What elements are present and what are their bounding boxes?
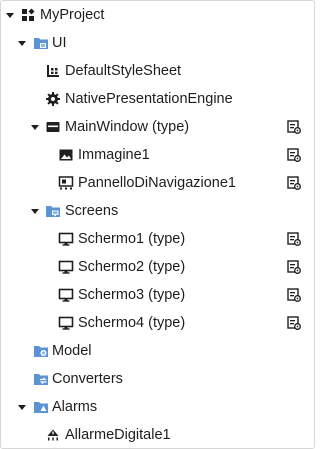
tree-item-allarme-digitale1[interactable]: AllarmeDigitale1 [0,421,315,449]
chevron-down-icon[interactable] [4,9,16,21]
folder-model-icon [34,346,48,357]
tree-item-screens[interactable]: Screens [0,197,315,225]
project-grid-icon [22,8,35,21]
type-edit-icon[interactable] [287,148,301,162]
tree-item-label: Converters [52,371,123,387]
tree-item-label: Alarms [52,399,98,415]
tree-item-pannello-di-navigazione1[interactable]: PannelloDiNavigazione1 [0,169,315,197]
folder-screens-icon [46,206,60,217]
tree-item-converters[interactable]: Converters [0,365,315,393]
tree-item-label: Model [52,343,92,359]
tree-item-label: Screens [65,203,119,219]
chevron-down-icon[interactable] [16,37,28,49]
folder-converters-icon [34,374,48,385]
image-icon [59,149,73,161]
folder-ui-icon [34,38,48,49]
tree-item-label: MyProject [40,7,105,23]
tree-item-main-window[interactable]: MainWindow (type) [0,113,315,141]
monitor-icon [58,288,74,302]
tree-item-label: NativePresentationEngine [65,91,233,107]
type-edit-icon[interactable] [287,260,301,274]
tree-item-label: UI [52,35,67,51]
type-edit-icon[interactable] [287,288,301,302]
tree-item-label: Schermo3 (type) [78,287,186,303]
tree-item-label: AllarmeDigitale1 [65,427,171,443]
tree-item-label: Schermo4 (type) [78,315,186,331]
tree-item-default-style-sheet[interactable]: DefaultStyleSheet [0,57,315,85]
folder-alarms-icon [34,402,48,413]
tree-item-label: Schermo1 (type) [78,231,186,247]
tree-item-immagine1[interactable]: Immagine1 [0,141,315,169]
tree-item-schermo4[interactable]: Schermo4 (type) [0,309,315,337]
alarm-icon [47,429,59,441]
window-icon [46,122,60,132]
tree-item-alarms[interactable]: Alarms [0,393,315,421]
tree-item-ui[interactable]: UI [0,29,315,57]
tree-item-model[interactable]: Model [0,337,315,365]
style-sheet-icon [47,65,59,77]
tree-item-schermo1[interactable]: Schermo1 (type) [0,225,315,253]
tree-item-schermo2[interactable]: Schermo2 (type) [0,253,315,281]
type-edit-icon[interactable] [287,120,301,134]
tree-item-label: PannelloDiNavigazione1 [78,175,236,191]
tree-item-myproject[interactable]: MyProject [0,1,315,29]
tree-item-label: DefaultStyleSheet [65,63,182,79]
type-edit-icon[interactable] [287,316,301,330]
tree-item-schermo3[interactable]: Schermo3 (type) [0,281,315,309]
tree-item-native-presentation-engine[interactable]: NativePresentationEngine [0,85,315,113]
tree-item-label: Immagine1 [78,147,150,163]
monitor-icon [58,316,74,330]
type-edit-icon[interactable] [287,232,301,246]
type-edit-icon[interactable] [287,176,301,190]
chevron-down-icon[interactable] [16,401,28,413]
chevron-down-icon[interactable] [29,205,41,217]
monitor-icon [58,260,74,274]
tree-item-label: Schermo2 (type) [78,259,186,275]
monitor-icon [58,232,74,246]
navigation-panel-icon [58,176,74,190]
tree-item-label: MainWindow (type) [65,119,190,135]
chevron-down-icon[interactable] [29,121,41,133]
gear-icon [46,92,60,106]
